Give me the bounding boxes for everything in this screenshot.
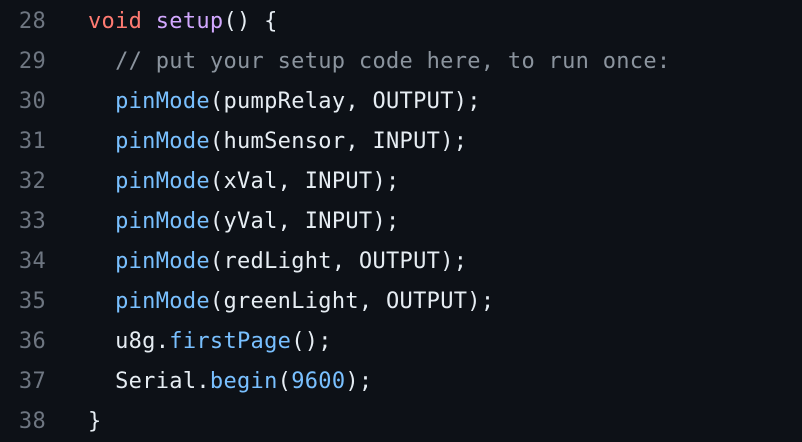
function-call-token: pinMode <box>115 169 210 194</box>
function-call-token: pinMode <box>115 249 210 274</box>
line-number[interactable]: 29 <box>0 42 46 82</box>
code-token: () { <box>223 9 278 34</box>
code-token: (greenLight, OUTPUT); <box>209 289 495 314</box>
function-call-token: begin <box>209 369 278 394</box>
code-line[interactable]: 29 // put your setup code here, to run o… <box>0 42 802 82</box>
code-line[interactable]: 35 pinMode(greenLight, OUTPUT); <box>0 282 802 322</box>
line-number[interactable]: 35 <box>0 282 46 322</box>
function-call-token: pinMode <box>115 89 210 114</box>
code-token: (humSensor, INPUT); <box>209 129 468 154</box>
line-number[interactable]: 31 <box>0 122 46 162</box>
code-line[interactable]: 31 pinMode(humSensor, INPUT); <box>0 122 802 162</box>
line-number[interactable]: 30 <box>0 82 46 122</box>
code-token: (yVal, INPUT); <box>209 209 400 234</box>
line-number[interactable]: 37 <box>0 362 46 402</box>
code-token: (); <box>291 329 332 354</box>
line-number[interactable]: 28 <box>0 2 46 42</box>
code-token: Serial. <box>88 369 210 394</box>
code-token: ( <box>277 369 292 394</box>
code-line[interactable]: 30 pinMode(pumpRelay, OUTPUT); <box>0 82 802 122</box>
line-code: Serial.begin(9600); <box>88 362 372 402</box>
comment-token: // put your setup code here, to run once… <box>88 49 671 74</box>
function-call-token: pinMode <box>115 129 210 154</box>
line-code: // put your setup code here, to run once… <box>88 42 670 82</box>
keyword-token: void <box>88 9 143 34</box>
code-line[interactable]: 38} <box>0 402 802 442</box>
number-token: 9600 <box>291 369 346 394</box>
code-line[interactable]: 37 Serial.begin(9600); <box>0 362 802 402</box>
code-token: (pumpRelay, OUTPUT); <box>209 89 481 114</box>
line-number[interactable]: 38 <box>0 402 46 442</box>
code-token: u8g. <box>88 329 170 354</box>
line-code: pinMode(greenLight, OUTPUT); <box>88 282 494 322</box>
code-token: ); <box>345 369 373 394</box>
line-number[interactable]: 36 <box>0 322 46 362</box>
function-call-token: pinMode <box>115 289 210 314</box>
code-line[interactable]: 28 void setup() { <box>0 2 802 42</box>
line-code: pinMode(pumpRelay, OUTPUT); <box>88 82 481 122</box>
line-code: pinMode(redLight, OUTPUT); <box>88 242 467 282</box>
code-line[interactable]: 34 pinMode(redLight, OUTPUT); <box>0 242 802 282</box>
line-number[interactable]: 32 <box>0 162 46 202</box>
code-token: (xVal, INPUT); <box>209 169 400 194</box>
code-token: } <box>88 409 102 434</box>
line-code: pinMode(humSensor, INPUT); <box>88 122 467 162</box>
line-number[interactable]: 33 <box>0 202 46 242</box>
function-name-token: setup <box>155 9 224 34</box>
code-line[interactable]: 32 pinMode(xVal, INPUT); <box>0 162 802 202</box>
code-view[interactable]: 28 void setup() {29 // put your setup cod… <box>0 0 802 442</box>
line-code: } <box>88 402 102 442</box>
line-code: pinMode(xVal, INPUT); <box>88 162 400 202</box>
function-call-token: firstPage <box>169 329 292 354</box>
function-call-token: pinMode <box>115 209 210 234</box>
code-token: (redLight, OUTPUT); <box>209 249 468 274</box>
code-line[interactable]: 33 pinMode(yVal, INPUT); <box>0 202 802 242</box>
line-number[interactable]: 34 <box>0 242 46 282</box>
line-code: pinMode(yVal, INPUT); <box>88 202 400 242</box>
line-code: void setup() { <box>88 2 278 42</box>
code-line[interactable]: 36 u8g.firstPage(); <box>0 322 802 362</box>
line-code: u8g.firstPage(); <box>88 322 332 362</box>
